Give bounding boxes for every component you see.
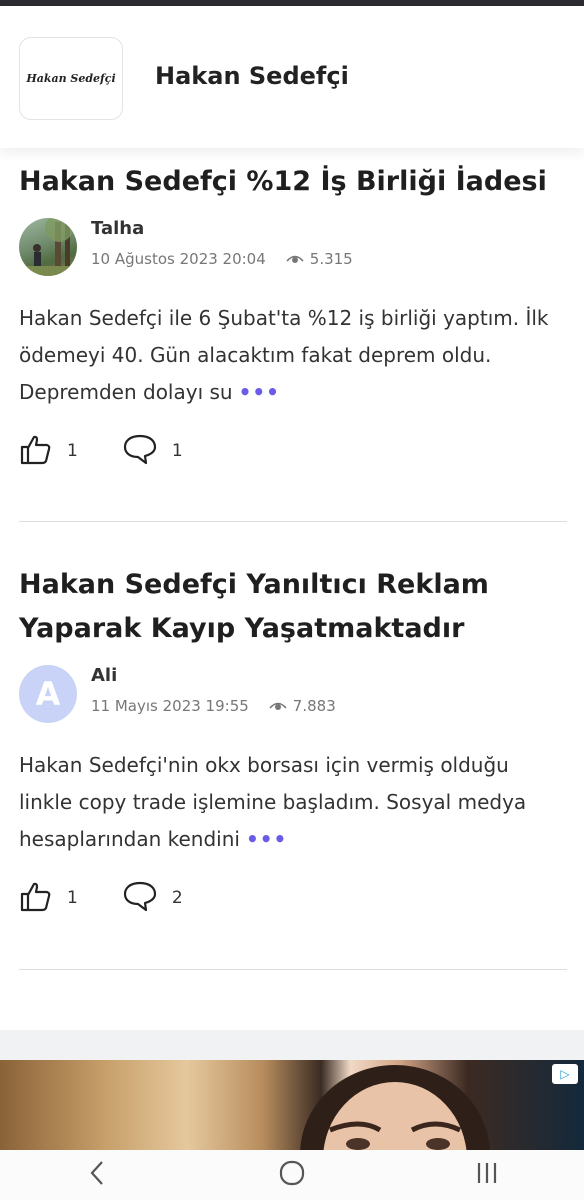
logo-text: Hakan Sedefçi — [26, 72, 116, 85]
post-actions: 1 2 — [19, 878, 567, 918]
post-card: Hakan Sedefçi Yanıltıcı Reklam Yaparak K… — [19, 563, 567, 918]
post-date: 10 Ağustos 2023 20:04 — [91, 250, 266, 268]
post-excerpt: Hakan Sedefçi'nin okx borsası için vermi… — [19, 747, 567, 858]
post-date: 11 Mayıs 2023 19:55 — [91, 697, 249, 715]
author-name[interactable]: Talha — [91, 218, 144, 239]
comment-bubble-icon — [122, 880, 158, 917]
like-button[interactable]: 1 — [19, 879, 78, 918]
thumbs-up-icon — [19, 432, 53, 471]
comment-button[interactable]: 2 — [122, 880, 183, 917]
view-count: 5.315 — [309, 250, 353, 268]
like-count: 1 — [67, 888, 78, 908]
eye-icon — [269, 700, 287, 712]
author-row: A Ali 11 Mayıs 2023 19:55 7.883 — [19, 665, 567, 727]
nav-recent-apps-button[interactable] — [457, 1155, 517, 1195]
post-divider — [19, 969, 567, 970]
post-title[interactable]: Hakan Sedefçi %12 İş Birliği İadesi — [19, 160, 567, 204]
post-meta: 11 Mayıs 2023 19:55 7.883 — [91, 697, 336, 715]
brand-name[interactable]: Hakan Sedefçi — [155, 62, 349, 90]
author-row: Talha 10 Ağustos 2023 20:04 5.315 — [19, 218, 567, 280]
comment-count: 2 — [171, 888, 183, 908]
view-count: 7.883 — [292, 697, 336, 715]
avatar[interactable]: A — [19, 665, 77, 723]
home-circle-icon — [279, 1160, 305, 1190]
section-separator — [0, 1030, 584, 1060]
post-meta: 10 Ağustos 2023 20:04 5.315 — [91, 250, 353, 268]
nav-back-button[interactable] — [67, 1155, 127, 1195]
post-actions: 1 1 — [19, 431, 567, 471]
post-card: Hakan Sedefçi %12 İş Birliği İadesi Talh… — [19, 160, 567, 471]
comment-button[interactable]: 1 — [122, 433, 183, 470]
comment-count: 1 — [171, 441, 183, 461]
post-title[interactable]: Hakan Sedefçi Yanıltıcı Reklam Yaparak K… — [19, 563, 567, 651]
avatar[interactable] — [19, 218, 77, 276]
author-name[interactable]: Ali — [91, 665, 117, 686]
read-more-link[interactable]: ••• — [246, 827, 287, 851]
chevron-left-icon — [89, 1160, 105, 1190]
ad-banner[interactable]: ▷ — [0, 1060, 584, 1150]
like-count: 1 — [67, 441, 78, 461]
post-divider — [19, 521, 567, 522]
nav-home-button[interactable] — [262, 1155, 322, 1195]
eye-icon — [286, 253, 304, 265]
system-nav-bar — [0, 1150, 584, 1200]
site-header: Hakan Sedefçi Hakan Sedefçi — [0, 6, 584, 148]
like-button[interactable]: 1 — [19, 432, 78, 471]
excerpt-text: Hakan Sedefçi ile 6 Şubat'ta %12 iş birl… — [19, 306, 549, 404]
ad-choices-badge[interactable]: ▷ — [552, 1064, 578, 1084]
post-excerpt: Hakan Sedefçi ile 6 Şubat'ta %12 iş birl… — [19, 300, 567, 411]
site-logo[interactable]: Hakan Sedefçi — [19, 37, 123, 120]
recent-apps-icon — [475, 1161, 499, 1189]
thumbs-up-icon — [19, 879, 53, 918]
comment-bubble-icon — [122, 433, 158, 470]
read-more-link[interactable]: ••• — [239, 380, 280, 404]
